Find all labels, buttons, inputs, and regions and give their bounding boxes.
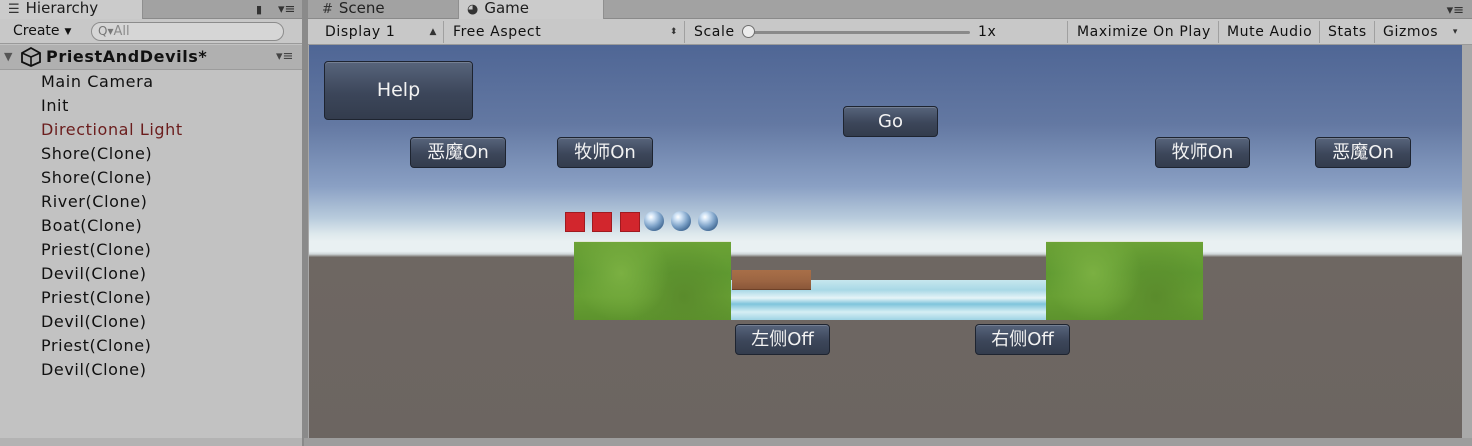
maximize-on-play-toggle[interactable]: Maximize On Play [1069, 21, 1219, 43]
expand-arrow-icon[interactable]: ▼ [4, 50, 12, 63]
go-button[interactable]: Go [843, 106, 938, 137]
display-select-label: Display 1 [325, 24, 396, 40]
aspect-select[interactable]: Free Aspect ⬍ [445, 21, 685, 43]
aspect-select-label: Free Aspect [453, 24, 542, 40]
devil-on-left-button[interactable]: 恶魔On [410, 137, 506, 168]
tab-hierarchy-label: Hierarchy [25, 0, 99, 17]
pacman-icon: ◕ [467, 2, 479, 17]
help-button[interactable]: Help [324, 61, 473, 120]
list-icon: ☰ [8, 2, 20, 17]
hierarchy-item[interactable]: Main Camera [0, 70, 304, 94]
priest-sphere[interactable] [644, 211, 664, 231]
gizmos-label: Gizmos [1383, 24, 1439, 40]
panel-menu-icon[interactable]: ▾≡ [278, 2, 295, 17]
display-select[interactable]: Display 1 ▲ [316, 21, 444, 43]
updown-arrow-icon: ⬍ [669, 27, 678, 37]
priest-on-right-button[interactable]: 牧师On [1155, 137, 1250, 168]
lock-icon[interactable]: ▮ [256, 3, 262, 16]
scale-slider-thumb[interactable] [742, 25, 755, 38]
hierarchy-item[interactable]: Directional Light [0, 118, 304, 142]
devil-on-right-button[interactable]: 恶魔On [1315, 137, 1411, 168]
hierarchy-panel: ☰ Hierarchy ▮ ▾≡ Create ▼ Q▾All ▼ PriestAn… [0, 0, 304, 446]
left-shore [574, 241, 731, 320]
hierarchy-tab-bar: ☰ Hierarchy ▮ ▾≡ [0, 0, 304, 19]
hierarchy-item[interactable]: Boat(Clone) [0, 214, 304, 238]
scale-label: Scale [694, 24, 735, 40]
scale-control: Scale 1x [686, 21, 1068, 43]
right-shore [1046, 241, 1203, 320]
scale-value: 1x [978, 24, 997, 40]
hierarchy-item[interactable]: Devil(Clone) [0, 310, 304, 334]
priest-sphere[interactable] [698, 211, 718, 231]
gizmos-toggle[interactable]: Gizmos ▾ [1375, 21, 1462, 43]
create-button-label: Create [13, 23, 60, 39]
devil-cube[interactable] [592, 212, 612, 232]
tab-game[interactable]: ◕ Game [458, 0, 604, 19]
hierarchy-item[interactable]: Devil(Clone) [0, 262, 304, 286]
devil-cube[interactable] [620, 212, 640, 232]
updown-arrow-icon: ▲ [429, 27, 437, 37]
tab-scene[interactable]: # Scene [314, 0, 459, 19]
scene-root-row[interactable]: ▼ PriestAndDevils* ▾≡ [0, 45, 304, 70]
create-button[interactable]: Create ▼ [4, 22, 80, 41]
mute-audio-toggle[interactable]: Mute Audio [1219, 21, 1320, 43]
scene-name: PriestAndDevils* [46, 47, 208, 66]
game-view: Help Go 恶魔On 牧师On 牧师On 恶魔On 左侧Off 右侧Off [309, 45, 1462, 438]
hierarchy-item[interactable]: Priest(Clone) [0, 334, 304, 358]
boat[interactable] [732, 270, 811, 290]
mute-audio-label: Mute Audio [1227, 24, 1313, 40]
panel-menu-icon[interactable]: ▾≡ [1447, 3, 1464, 18]
search-placeholder: All [113, 24, 130, 39]
hierarchy-list: Main Camera Init Directional Light Shore(Cl… [0, 70, 304, 382]
right-off-button[interactable]: 右侧Off [975, 324, 1070, 355]
scale-slider-track[interactable] [748, 31, 970, 34]
devil-cube[interactable] [565, 212, 585, 232]
hierarchy-footer [0, 438, 304, 446]
bottom-border [304, 438, 1472, 446]
left-off-button[interactable]: 左侧Off [735, 324, 830, 355]
hierarchy-item[interactable]: River(Clone) [0, 190, 304, 214]
priest-on-left-button[interactable]: 牧师On [557, 137, 653, 168]
tab-scene-label: Scene [338, 0, 385, 17]
priest-sphere[interactable] [671, 211, 691, 231]
hierarchy-item[interactable]: Priest(Clone) [0, 238, 304, 262]
panel-divider[interactable] [302, 0, 308, 446]
hierarchy-item[interactable]: Shore(Clone) [0, 142, 304, 166]
hierarchy-item[interactable]: Shore(Clone) [0, 166, 304, 190]
hierarchy-item[interactable]: Init [0, 94, 304, 118]
game-tab-bar: # Scene ◕ Game ▾≡ [308, 0, 1472, 19]
scene-menu-icon[interactable]: ▾≡ [276, 49, 293, 64]
search-icon: Q▾ [98, 24, 114, 38]
game-view-scrollbar-area [1462, 45, 1472, 438]
hierarchy-item[interactable]: Priest(Clone) [0, 286, 304, 310]
tab-hierarchy[interactable]: ☰ Hierarchy [0, 0, 143, 19]
stats-toggle[interactable]: Stats [1320, 21, 1375, 43]
grid-icon: # [322, 2, 333, 17]
unity-scene-icon [21, 47, 41, 67]
dropdown-arrow-icon: ▼ [64, 27, 72, 37]
hierarchy-search-input[interactable]: Q▾All [91, 22, 284, 41]
hierarchy-item[interactable]: Devil(Clone) [0, 358, 304, 382]
game-toolbar: Display 1 ▲ Free Aspect ⬍ Scale 1x Maximiz… [308, 19, 1472, 45]
hierarchy-toolbar: Create ▼ Q▾All [0, 19, 304, 44]
tab-game-label: Game [484, 0, 529, 17]
maximize-on-play-label: Maximize On Play [1077, 24, 1211, 40]
dropdown-arrow-icon[interactable]: ▾ [1453, 21, 1458, 43]
stats-label: Stats [1328, 24, 1367, 40]
